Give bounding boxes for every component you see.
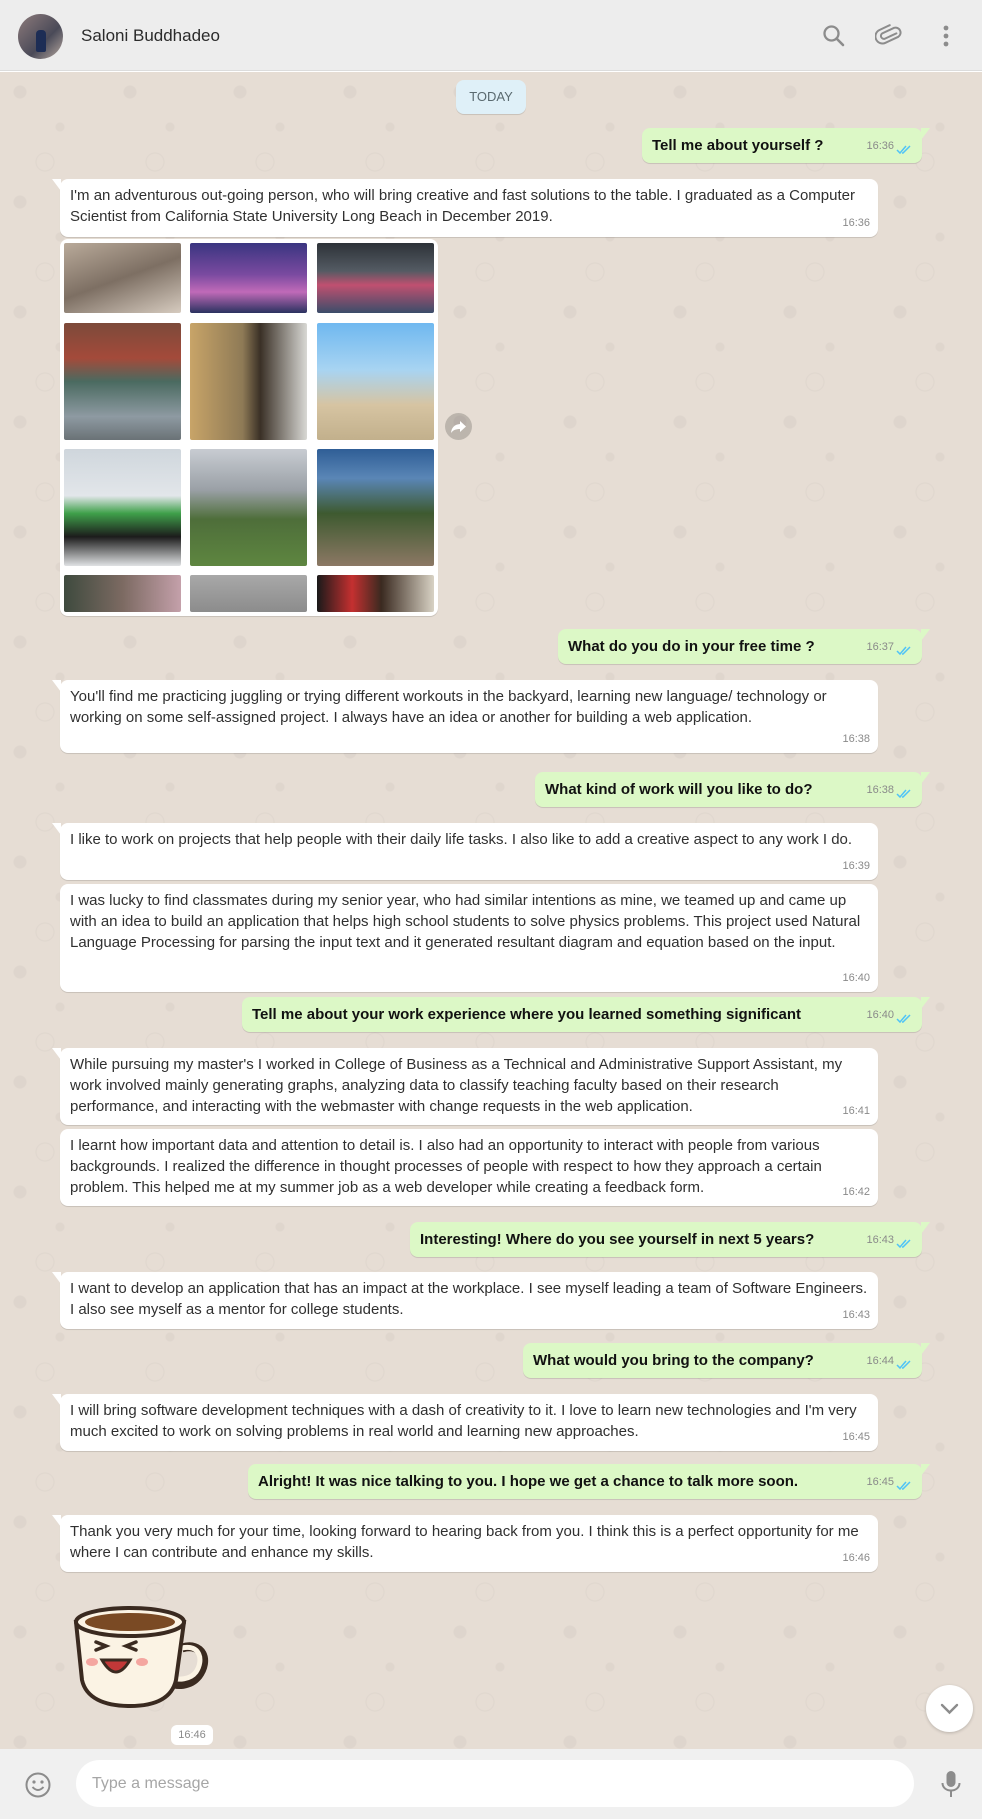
album-photo[interactable]	[190, 449, 307, 566]
album-photo[interactable]	[317, 575, 434, 612]
outgoing-message[interactable]: What kind of work will you like to do? 1…	[535, 772, 930, 807]
outgoing-message[interactable]: Interesting! Where do you see yourself i…	[410, 1222, 930, 1257]
read-ticks-icon	[896, 646, 911, 656]
outgoing-message[interactable]: Tell me about your work experience where…	[242, 997, 930, 1032]
message-time: 16:46	[842, 1552, 870, 1564]
outgoing-message[interactable]: What do you do in your free time ? 16:37	[558, 629, 930, 664]
message-time: 16:43	[842, 1309, 870, 1321]
microphone-icon[interactable]	[938, 1769, 964, 1799]
message-text: Thank you very much for your time, looki…	[70, 1523, 859, 1561]
album-photo[interactable]	[317, 449, 434, 566]
attach-icon[interactable]	[875, 22, 903, 50]
message-time: 16:40	[866, 1009, 894, 1021]
read-ticks-icon	[896, 1014, 911, 1024]
message-list[interactable]: TODAY Tell me about yourself ? 16:36 I'm…	[0, 72, 982, 1749]
album-photo[interactable]	[190, 575, 307, 612]
album-photo[interactable]	[64, 449, 181, 566]
forward-icon[interactable]	[445, 413, 472, 440]
read-ticks-icon	[896, 1481, 911, 1491]
menu-icon[interactable]	[932, 22, 960, 50]
message-time: 16:42	[842, 1186, 870, 1198]
incoming-message[interactable]: I will bring software development techni…	[52, 1394, 878, 1451]
message-time: 16:45	[842, 1431, 870, 1443]
message-text: You'll find me practicing juggling or tr…	[70, 688, 827, 726]
incoming-message[interactable]: I was lucky to find classmates during my…	[60, 884, 878, 992]
chat-header: Saloni Buddhadeo	[0, 0, 982, 71]
read-ticks-icon	[896, 145, 911, 155]
laughing-coffee-cup-sticker[interactable]	[70, 1600, 210, 1710]
incoming-message[interactable]: I want to develop an application that ha…	[52, 1272, 878, 1329]
album-photo[interactable]	[64, 575, 181, 612]
message-text: What do you do in your free time ?	[568, 638, 815, 655]
read-ticks-icon	[896, 1239, 911, 1249]
message-text: Interesting! Where do you see yourself i…	[420, 1231, 815, 1248]
search-icon[interactable]	[820, 22, 848, 50]
whatsapp-chat-window: Saloni Buddhadeo TODAY Tell me about you…	[0, 0, 982, 1819]
album-photo[interactable]	[64, 323, 181, 440]
album-photo[interactable]	[317, 243, 434, 313]
message-text: I like to work on projects that help peo…	[70, 831, 853, 848]
message-time: 16:39	[842, 860, 870, 872]
message-text: I'm an adventurous out-going person, who…	[70, 187, 855, 225]
incoming-message[interactable]: I like to work on projects that help peo…	[52, 823, 878, 880]
outgoing-message[interactable]: Tell me about yourself ? 16:36	[642, 128, 930, 163]
message-time: 16:40	[842, 972, 870, 984]
message-text: I learnt how important data and attentio…	[70, 1137, 822, 1196]
photo-album[interactable]	[60, 239, 438, 616]
album-photo[interactable]	[190, 323, 307, 440]
message-text: I want to develop an application that ha…	[70, 1280, 868, 1318]
message-text: While pursuing my master's I worked in C…	[70, 1056, 843, 1115]
incoming-message[interactable]: I'm an adventurous out-going person, who…	[52, 179, 878, 237]
outgoing-message[interactable]: Alright! It was nice talking to you. I h…	[248, 1464, 930, 1499]
message-input[interactable]	[76, 1760, 914, 1807]
incoming-message[interactable]: While pursuing my master's I worked in C…	[52, 1048, 878, 1125]
message-time: 16:41	[842, 1105, 870, 1117]
message-composer	[0, 1749, 982, 1819]
message-time: 16:37	[866, 641, 894, 653]
date-divider: TODAY	[456, 80, 526, 114]
message-text: I was lucky to find classmates during my…	[70, 892, 861, 951]
read-ticks-icon	[896, 1360, 911, 1370]
album-photo[interactable]	[64, 243, 181, 313]
contact-name[interactable]: Saloni Buddhadeo	[81, 26, 220, 46]
album-photo[interactable]	[317, 323, 434, 440]
incoming-message[interactable]: You'll find me practicing juggling or tr…	[52, 680, 878, 753]
message-text: I will bring software development techni…	[70, 1402, 857, 1440]
message-time: 16:44	[866, 1355, 894, 1367]
message-time: 16:43	[866, 1234, 894, 1246]
message-text: Tell me about yourself ?	[652, 137, 824, 154]
message-time: 16:36	[842, 217, 870, 229]
album-photo[interactable]	[190, 243, 307, 313]
message-text: Alright! It was nice talking to you. I h…	[258, 1473, 799, 1490]
message-text: What kind of work will you like to do?	[545, 781, 813, 798]
outgoing-message[interactable]: What would you bring to the company? 16:…	[523, 1343, 930, 1378]
read-ticks-icon	[896, 789, 911, 799]
message-time: 16:36	[866, 140, 894, 152]
incoming-message[interactable]: Thank you very much for your time, looki…	[52, 1515, 878, 1572]
emoji-icon[interactable]	[24, 1771, 52, 1799]
message-text: What would you bring to the company?	[533, 1352, 814, 1369]
message-time: 16:45	[866, 1476, 894, 1488]
message-time: 16:38	[842, 733, 870, 745]
message-time: 16:46	[171, 1725, 213, 1745]
scroll-down-button[interactable]	[926, 1685, 973, 1732]
avatar[interactable]	[18, 14, 63, 59]
message-time: 16:38	[866, 784, 894, 796]
message-text: Tell me about your work experience where…	[252, 1006, 802, 1023]
incoming-message[interactable]: I learnt how important data and attentio…	[60, 1129, 878, 1206]
